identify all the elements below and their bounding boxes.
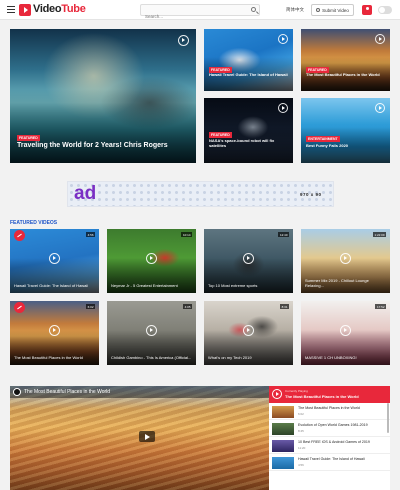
playlist-panel: Currently Playing The Most Beautiful Pla… xyxy=(269,386,390,490)
play-icon[interactable] xyxy=(146,253,157,264)
video-card[interactable]: 17:52 MASSIVE 1 CH UNBOXING! xyxy=(301,301,390,365)
hero-side-title[interactable]: Hawaii Travel Guide: The Island of Hawai… xyxy=(209,72,288,78)
playlist-item-meta: 4:56 xyxy=(298,463,304,467)
logo-text-accent: Tube xyxy=(61,3,86,15)
dark-mode-toggle[interactable] xyxy=(378,6,392,14)
video-card[interactable]: 12:40 Top 10 Most extreme sports xyxy=(204,229,293,293)
video-card[interactable]: 6:02 The Most Beautiful Places in the Wo… xyxy=(10,301,99,365)
playlist-item-meta: 8:45 xyxy=(298,429,304,433)
video-title[interactable]: The Most Beautiful Places in the World xyxy=(14,355,95,360)
play-icon[interactable] xyxy=(49,325,60,336)
hero-side-title[interactable]: The Most Beautiful Places in the World xyxy=(306,72,385,78)
hero-side-title[interactable]: NASA's space-bound robot will fix satell… xyxy=(209,138,288,149)
search-icon[interactable] xyxy=(251,7,256,12)
playlist-item[interactable]: The Most Beautiful Places in the World 6… xyxy=(269,403,390,420)
play-icon[interactable] xyxy=(340,253,351,264)
playlist-item-title: 10 Best FREE iOS & Android Games of 2019 xyxy=(298,440,370,444)
video-card[interactable]: 10:14 Neymar Jr - 5 Greatest Entertainme… xyxy=(107,229,196,293)
playlist-header: Currently Playing The Most Beautiful Pla… xyxy=(269,386,390,403)
submit-video-button[interactable]: Submit Video xyxy=(311,4,354,16)
playlist-item-title: Hawaii Travel Guide: The Island of Hawai… xyxy=(298,457,365,461)
video-title[interactable]: Childish Gambino - This Is America (Offi… xyxy=(111,355,192,360)
play-icon[interactable] xyxy=(375,34,385,44)
hero-side-card[interactable]: FEATURED Hawaii Travel Guide: The Island… xyxy=(204,29,293,91)
trending-icon xyxy=(14,302,25,313)
playlist-item-title: Evolution of Open World Games 1981-2019 xyxy=(298,423,368,427)
menu-icon[interactable] xyxy=(7,6,15,13)
playlist-thumbnail xyxy=(272,406,294,418)
video-player[interactable]: The Most Beautiful Places in the World xyxy=(10,386,269,490)
video-card[interactable]: 4:56 Hawaii Travel Guide: The Island of … xyxy=(10,229,99,293)
submit-video-label: Submit Video xyxy=(322,7,349,13)
search-box xyxy=(140,4,260,22)
upload-icon xyxy=(316,8,321,12)
hero-side-card[interactable]: FEATURED The Most Beautiful Places in th… xyxy=(301,29,390,91)
video-title[interactable]: Neymar Jr - 5 Greatest Entertainment xyxy=(111,283,192,288)
ad-label: ad xyxy=(74,183,97,204)
duration-badge: 17:52 xyxy=(375,304,386,309)
site-logo[interactable]: VideoTube xyxy=(33,3,86,15)
play-icon[interactable] xyxy=(243,253,254,264)
playlist-item[interactable]: 10 Best FREE iOS & Android Games of 2019… xyxy=(269,437,390,454)
video-title[interactable]: Top 10 Most extreme sports xyxy=(208,283,289,288)
video-title[interactable]: MASSIVE 1 CH UNBOXING! xyxy=(305,355,386,360)
playlist-label: Currently Playing xyxy=(285,389,308,393)
playlist-item-meta: 11:20 xyxy=(298,446,306,450)
category-badge: ENTERTAINMENT xyxy=(306,136,340,142)
playlist-item[interactable]: Hawaii Travel Guide: The Island of Hawai… xyxy=(269,454,390,471)
hero-side-card[interactable]: FEATURED NASA's space-bound robot will f… xyxy=(204,98,293,163)
play-button[interactable] xyxy=(139,431,155,442)
duration-badge: 12:40 xyxy=(278,232,289,237)
logo-icon[interactable] xyxy=(19,4,31,16)
user-account-icon[interactable] xyxy=(362,5,372,15)
page: VideoTube 简体中文 Submit Video FEATURED Tra… xyxy=(0,0,400,490)
video-card[interactable]: 1:22:09 Summer Mix 2019 - Chillout Loung… xyxy=(301,229,390,293)
play-icon[interactable] xyxy=(49,253,60,264)
video-title[interactable]: What's on my Tech 2019 xyxy=(208,355,289,360)
play-icon[interactable] xyxy=(278,103,288,113)
play-icon[interactable] xyxy=(243,325,254,336)
playlist-scrollbar[interactable] xyxy=(387,403,389,433)
logo-text-main: Video xyxy=(33,3,62,15)
top-header: VideoTube 简体中文 Submit Video xyxy=(0,0,400,22)
play-icon[interactable] xyxy=(278,34,288,44)
duration-badge: 4:56 xyxy=(86,232,95,237)
duration-badge: 4:05 xyxy=(183,304,192,309)
video-title[interactable]: Hawaii Travel Guide: The Island of Hawai… xyxy=(14,283,95,288)
duration-badge: 10:14 xyxy=(181,232,192,237)
playlist-thumbnail xyxy=(272,423,294,435)
playlist-thumbnail xyxy=(272,440,294,452)
section-title: FEATURED VIDEOS xyxy=(10,220,58,226)
video-card[interactable]: 4:05 Childish Gambino - This Is America … xyxy=(107,301,196,365)
language-select[interactable]: 简体中文 xyxy=(286,7,304,13)
playlist-item-meta: 6:02 xyxy=(298,412,304,416)
duration-badge: 8:31 xyxy=(280,304,289,309)
video-card[interactable]: 8:31 What's on my Tech 2019 xyxy=(204,301,293,365)
player-title[interactable]: The Most Beautiful Places in the World xyxy=(24,389,110,395)
hero-main-card[interactable]: FEATURED Traveling the World for 2 Years… xyxy=(10,29,196,163)
ad-banner[interactable]: ad xyxy=(67,181,334,207)
trending-icon xyxy=(14,230,25,241)
channel-avatar[interactable] xyxy=(13,388,21,396)
play-icon[interactable] xyxy=(146,325,157,336)
hero-side-card[interactable]: ENTERTAINMENT Best Funny Fails 2020 xyxy=(301,98,390,163)
video-title[interactable]: Summer Mix 2019 - Chillout Lounge Relaxi… xyxy=(305,278,386,288)
hero-main-title[interactable]: Traveling the World for 2 Years! Chris R… xyxy=(17,142,189,150)
playlist-thumbnail xyxy=(272,457,294,469)
play-icon[interactable] xyxy=(340,325,351,336)
featured-badge: FEATURED xyxy=(17,135,40,141)
play-icon[interactable] xyxy=(178,35,189,46)
hero-side-title[interactable]: Best Funny Fails 2020 xyxy=(306,143,385,149)
playlist-item[interactable]: Evolution of Open World Games 1981-2019 … xyxy=(269,420,390,437)
duration-badge: 1:22:09 xyxy=(372,232,386,237)
ad-size-label: 970 x 90 xyxy=(300,192,322,197)
play-circle-icon xyxy=(272,389,282,399)
duration-badge: 6:02 xyxy=(86,304,95,309)
now-playing-title: The Most Beautiful Places in the World xyxy=(285,394,359,399)
play-icon[interactable] xyxy=(375,103,385,113)
search-input[interactable] xyxy=(141,11,241,22)
playlist-item-title: The Most Beautiful Places in the World xyxy=(298,406,360,410)
